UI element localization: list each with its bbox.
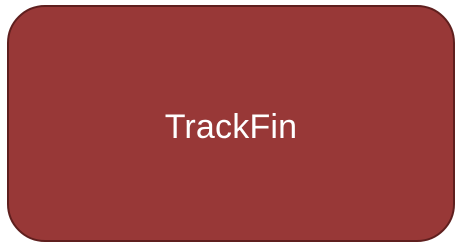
- tile-label: TrackFin: [164, 107, 298, 146]
- trackfin-tile: TrackFin: [7, 5, 455, 242]
